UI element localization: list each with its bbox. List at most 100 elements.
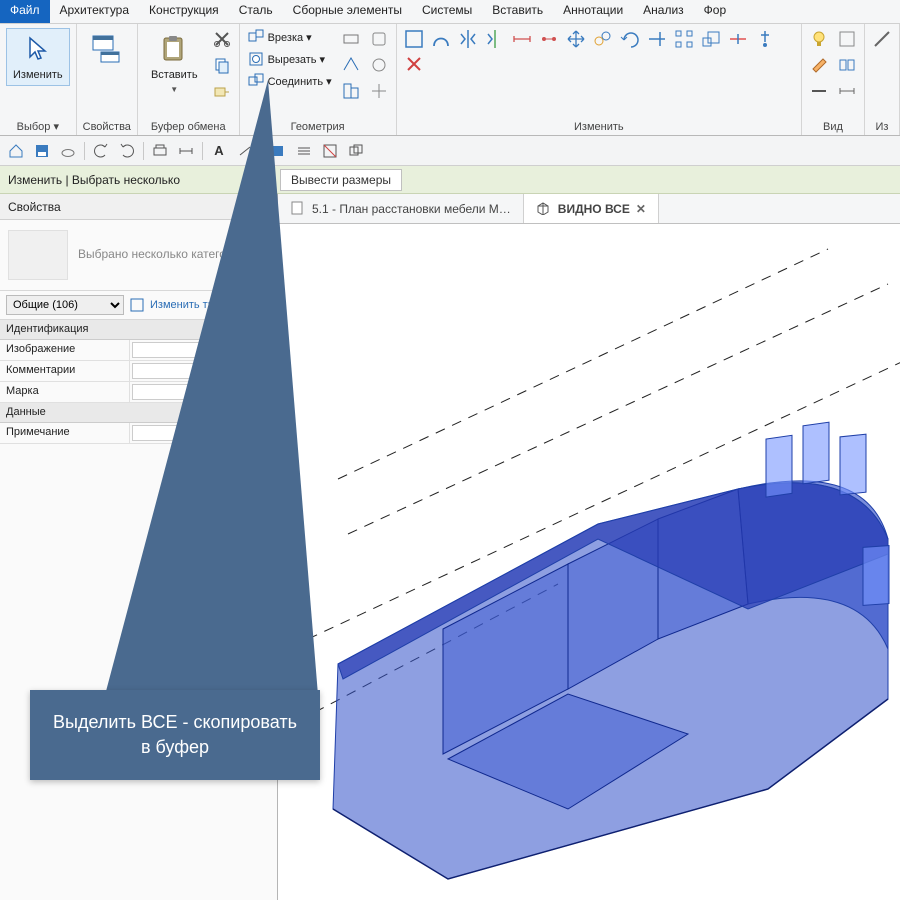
view-tool-1[interactable] xyxy=(836,28,858,50)
dim-icon[interactable] xyxy=(235,141,255,161)
tab-close-icon[interactable]: ✕ xyxy=(636,202,646,216)
ribbon-group-select: Изменить Выбор ▾ xyxy=(0,24,77,135)
dimension-chip[interactable]: Вывести размеры xyxy=(280,169,402,191)
ribbon-group-modify: Изменить xyxy=(397,24,802,135)
menu-truncated[interactable]: Фор xyxy=(694,0,736,23)
menu-architecture[interactable]: Архитектура xyxy=(50,0,140,23)
view-tool-2[interactable] xyxy=(836,54,858,76)
copy-icon[interactable] xyxy=(211,54,233,76)
model-viewport[interactable] xyxy=(278,224,900,900)
cut-geom-icon xyxy=(248,51,264,67)
menu-bar: Файл Архитектура Конструкция Сталь Сборн… xyxy=(0,0,900,24)
pin-icon[interactable] xyxy=(754,28,776,50)
edit-type-link[interactable]: Изменить тип xyxy=(150,299,220,311)
ribbon-group-view: Вид xyxy=(802,24,865,135)
switch-windows-icon[interactable] xyxy=(346,141,366,161)
menu-annotate[interactable]: Аннотации xyxy=(553,0,633,23)
tab-plan[interactable]: 5.1 - План расстановки мебели М… xyxy=(278,194,524,223)
join-button[interactable]: Соединить ▾ xyxy=(246,72,334,90)
geom-tool-4[interactable] xyxy=(368,28,390,50)
menu-steel[interactable]: Сталь xyxy=(229,0,283,23)
trim-icon[interactable] xyxy=(646,28,668,50)
cursor-icon xyxy=(22,33,54,65)
print-icon[interactable] xyxy=(150,141,170,161)
prop-image-input[interactable] xyxy=(132,342,275,358)
paste-button[interactable]: Вставить ▼ xyxy=(144,28,205,99)
selection-summary: Выбрано несколько категорий xyxy=(78,247,246,263)
ribbon-group-properties: Свойства xyxy=(77,24,138,135)
sheet-icon xyxy=(290,201,306,217)
chevron-down-icon: ▼ xyxy=(170,85,178,94)
rotate-icon[interactable] xyxy=(619,28,641,50)
dim-tool-icon[interactable] xyxy=(511,28,533,50)
view-tool-3[interactable] xyxy=(836,80,858,102)
home-icon[interactable] xyxy=(6,141,26,161)
thin-lines-icon[interactable] xyxy=(294,141,314,161)
section-identification[interactable]: Идентификация⌄ xyxy=(0,320,277,340)
text-icon[interactable]: A xyxy=(209,141,229,161)
close-hidden-icon[interactable] xyxy=(320,141,340,161)
save-icon[interactable] xyxy=(32,141,52,161)
prop-row: Комментарии xyxy=(0,361,277,382)
section-data[interactable]: Данные⌄ xyxy=(0,403,277,423)
cube-icon xyxy=(536,201,552,217)
cope-button[interactable]: Врезка ▾ xyxy=(246,28,334,46)
quick-access-toolbar: A xyxy=(0,136,900,166)
menu-precast[interactable]: Сборные элементы xyxy=(283,0,412,23)
prop-row: Примечание xyxy=(0,423,277,444)
type-thumbnail xyxy=(8,230,68,280)
modify-button[interactable]: Изменить xyxy=(6,28,70,86)
annotation-callout: Выделить ВСЕ - скопировать в буфер xyxy=(30,690,320,780)
ribbon: Изменить Выбор ▾ Свойства Вставить ▼ xyxy=(0,24,900,136)
move-icon[interactable] xyxy=(565,28,587,50)
cloud-icon[interactable] xyxy=(58,141,78,161)
align-icon[interactable] xyxy=(403,28,425,50)
undo-icon[interactable] xyxy=(91,141,111,161)
match-icon[interactable] xyxy=(211,80,233,102)
menu-insert[interactable]: Вставить xyxy=(482,0,553,23)
close-icon[interactable]: ✕ xyxy=(257,198,269,215)
properties-title: Свойства xyxy=(8,200,61,214)
tab-3d-active[interactable]: ВИДНО ВСЕ ✕ xyxy=(524,194,659,223)
clipboard-icon xyxy=(158,33,190,65)
copy2-icon[interactable] xyxy=(592,28,614,50)
redo-icon[interactable] xyxy=(117,141,137,161)
geom-tool-1[interactable] xyxy=(340,28,362,50)
cut-icon[interactable] xyxy=(211,28,233,50)
array-icon[interactable] xyxy=(673,28,695,50)
menu-analyze[interactable]: Анализ xyxy=(633,0,694,23)
geom-tool-6[interactable] xyxy=(368,80,390,102)
section-icon[interactable] xyxy=(268,141,288,161)
prop-comments-input[interactable] xyxy=(132,363,275,379)
offset-icon[interactable] xyxy=(430,28,452,50)
contextual-bar: Изменить | Выбрать несколько Вывести раз… xyxy=(0,166,900,194)
geom-tool-3[interactable] xyxy=(340,80,362,102)
prop-note-input[interactable] xyxy=(132,425,275,441)
prop-row: Изображение xyxy=(0,340,277,361)
prop-mark-input[interactable] xyxy=(132,384,275,400)
cope-icon xyxy=(248,29,264,45)
measure2-icon[interactable] xyxy=(176,141,196,161)
properties-button[interactable] xyxy=(83,28,129,70)
dim-tool2-icon[interactable] xyxy=(538,28,560,50)
split-icon[interactable] xyxy=(727,28,749,50)
mirror2-icon[interactable] xyxy=(484,28,506,50)
menu-systems[interactable]: Системы xyxy=(412,0,482,23)
prop-row: Марка xyxy=(0,382,277,403)
mirror-icon[interactable] xyxy=(457,28,479,50)
ribbon-group-clipboard: Вставить ▼ Буфер обмена xyxy=(138,24,240,135)
measure-icon[interactable] xyxy=(871,28,893,50)
geom-tool-5[interactable] xyxy=(368,54,390,76)
menu-structure[interactable]: Конструкция xyxy=(139,0,229,23)
linework-icon[interactable] xyxy=(808,80,830,102)
paint-icon[interactable] xyxy=(808,54,830,76)
cut-geom-button[interactable]: Вырезать ▾ xyxy=(246,50,334,68)
delete-icon[interactable] xyxy=(403,53,425,75)
geom-tool-2[interactable] xyxy=(340,54,362,76)
ribbon-group-geometry: Врезка ▾ Вырезать ▾ Соединить ▾ xyxy=(240,24,397,135)
scale-icon[interactable] xyxy=(700,28,722,50)
menu-file[interactable]: Файл xyxy=(0,0,50,23)
view-tabs: 5.1 - План расстановки мебели М… ВИДНО В… xyxy=(278,194,900,224)
bulb-icon[interactable] xyxy=(808,28,830,50)
category-filter[interactable]: Общие (106) xyxy=(6,295,124,315)
